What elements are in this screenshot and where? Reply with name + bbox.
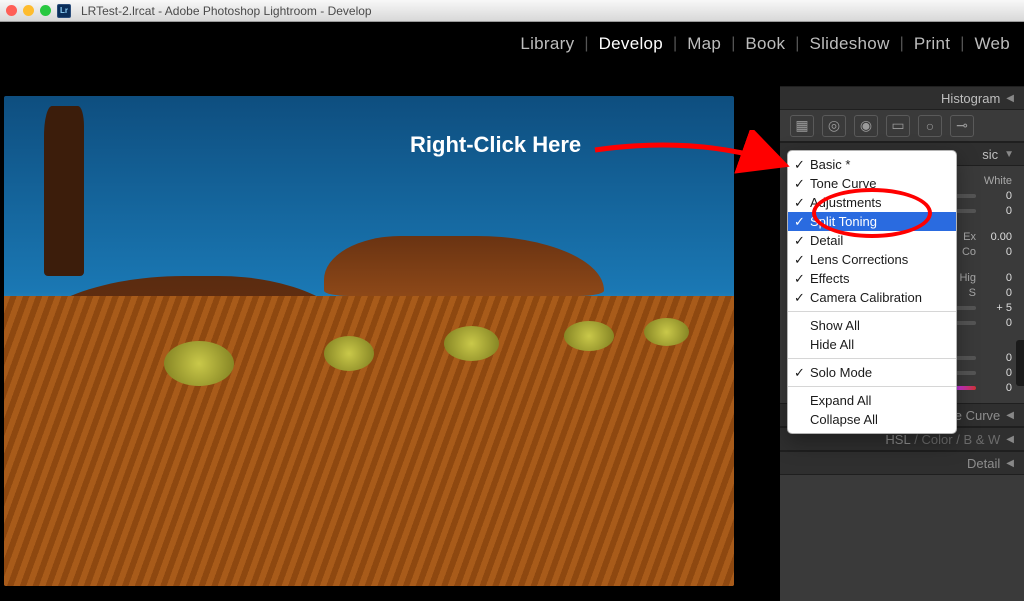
develop-toolstrip: ▦ ◎ ◉ ▭ ○ ⊸ bbox=[780, 110, 1024, 142]
redeye-tool-icon[interactable]: ◉ bbox=[854, 115, 878, 137]
image-content bbox=[564, 321, 614, 351]
right-panel-expand-handle[interactable] bbox=[1016, 340, 1024, 386]
crop-tool-icon[interactable]: ▦ bbox=[790, 115, 814, 137]
ctx-item-tone-curve[interactable]: Tone Curve bbox=[788, 174, 956, 193]
clarity-value: 0 bbox=[984, 352, 1012, 364]
nav-library[interactable]: Library bbox=[520, 34, 574, 54]
panel-histogram-header[interactable]: Histogram ◀ bbox=[780, 86, 1024, 110]
nav-map[interactable]: Map bbox=[687, 34, 721, 54]
exposure-value: 0.00 bbox=[984, 231, 1012, 243]
collapse-triangle-icon: ▼ bbox=[1004, 149, 1014, 160]
panel-context-menu: Basic * Tone Curve Adjustments Split Ton… bbox=[787, 150, 957, 434]
macos-titlebar: Lr LRTest-2.lrcat - Adobe Photoshop Ligh… bbox=[0, 0, 1024, 22]
ctx-item-expand-all[interactable]: Expand All bbox=[788, 391, 956, 410]
close-icon[interactable] bbox=[6, 5, 17, 16]
image-content bbox=[324, 336, 374, 371]
image-preview[interactable] bbox=[4, 96, 734, 586]
whites-value: + 5 bbox=[984, 302, 1012, 314]
brush-tool-icon[interactable]: ⊸ bbox=[950, 115, 974, 137]
image-content bbox=[164, 341, 234, 386]
ctx-item-detail[interactable]: Detail bbox=[788, 231, 956, 250]
module-nav: Library| Develop| Map| Book| Slideshow| … bbox=[0, 22, 1024, 66]
grad-filter-tool-icon[interactable]: ▭ bbox=[886, 115, 910, 137]
temp-value: 0 bbox=[984, 190, 1012, 202]
blacks-value: 0 bbox=[984, 317, 1012, 329]
image-content bbox=[644, 318, 689, 346]
ctx-item-hide-all[interactable]: Hide All bbox=[788, 335, 956, 354]
nav-book[interactable]: Book bbox=[745, 34, 785, 54]
minimize-icon[interactable] bbox=[23, 5, 34, 16]
window-title: LRTest-2.lrcat - Adobe Photoshop Lightro… bbox=[81, 4, 372, 18]
vibrance-value: 0 bbox=[984, 367, 1012, 379]
panel-detail-header[interactable]: Detail ◀ bbox=[780, 451, 1024, 475]
panel-basic-label: sic bbox=[982, 147, 998, 162]
ctx-item-effects[interactable]: Effects bbox=[788, 269, 956, 288]
collapse-triangle-icon: ◀ bbox=[1006, 93, 1014, 104]
collapse-triangle-icon: ◀ bbox=[1006, 458, 1014, 469]
tint-value: 0 bbox=[984, 205, 1012, 217]
image-content bbox=[4, 296, 734, 586]
shadows-value: 0 bbox=[984, 287, 1012, 299]
image-content bbox=[324, 236, 604, 296]
image-content bbox=[44, 106, 84, 276]
nav-print[interactable]: Print bbox=[914, 34, 950, 54]
zoom-icon[interactable] bbox=[40, 5, 51, 16]
spot-tool-icon[interactable]: ◎ bbox=[822, 115, 846, 137]
contrast-value: 0 bbox=[984, 246, 1012, 258]
treatment-white[interactable]: White bbox=[984, 175, 1012, 187]
collapse-triangle-icon: ◀ bbox=[1006, 410, 1014, 421]
radial-filter-tool-icon[interactable]: ○ bbox=[918, 115, 942, 137]
ctx-item-adjustments[interactable]: Adjustments bbox=[788, 193, 956, 212]
ctx-item-camera-calibration[interactable]: Camera Calibration bbox=[788, 288, 956, 307]
ctx-item-show-all[interactable]: Show All bbox=[788, 316, 956, 335]
lightroom-app-icon: Lr bbox=[57, 4, 71, 18]
saturation-value: 0 bbox=[984, 382, 1012, 394]
image-content bbox=[444, 326, 499, 361]
panel-detail-label: Detail bbox=[967, 456, 1000, 471]
ctx-item-collapse-all[interactable]: Collapse All bbox=[788, 410, 956, 429]
nav-web[interactable]: Web bbox=[974, 34, 1010, 54]
panel-histogram-label: Histogram bbox=[941, 91, 1000, 106]
collapse-triangle-icon: ◀ bbox=[1006, 434, 1014, 445]
ctx-item-split-toning[interactable]: Split Toning bbox=[788, 212, 956, 231]
highlights-value: 0 bbox=[984, 272, 1012, 284]
panel-bw-label: B & W bbox=[963, 432, 1000, 447]
ctx-item-basic[interactable]: Basic * bbox=[788, 155, 956, 174]
ctx-item-solo-mode[interactable]: Solo Mode bbox=[788, 363, 956, 382]
ctx-item-lens-corrections[interactable]: Lens Corrections bbox=[788, 250, 956, 269]
nav-slideshow[interactable]: Slideshow bbox=[809, 34, 889, 54]
nav-develop[interactable]: Develop bbox=[599, 34, 663, 54]
window-controls bbox=[6, 5, 51, 16]
